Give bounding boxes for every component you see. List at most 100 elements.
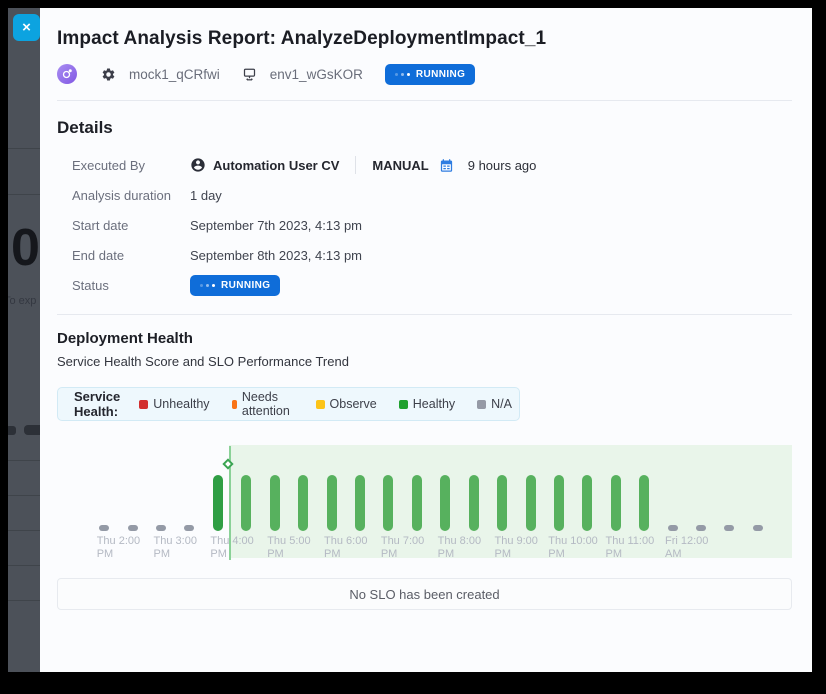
health-bar-healthy[interactable] [270, 475, 280, 531]
status-badge-label: RUNNING [416, 69, 465, 80]
underlay-row-divider [8, 530, 40, 531]
bar-slot [317, 475, 345, 531]
bar-slot [516, 475, 544, 531]
x-tick-label: Fri 12:00AM [665, 535, 708, 561]
gear-icon [101, 67, 116, 82]
health-bar-healthy[interactable] [440, 475, 450, 531]
bar-slot [118, 475, 146, 531]
service-health-legend: Service Health: UnhealthyNeeds attention… [57, 387, 520, 421]
health-bar-healthy[interactable] [241, 475, 251, 531]
bar-slot [573, 475, 601, 531]
health-bar-healthy_pre[interactable] [213, 475, 223, 531]
legend-swatch-icon [139, 400, 148, 409]
status-badge: RUNNING [385, 64, 475, 85]
x-tick-slot: Thu 4:00PM [204, 535, 261, 561]
legend-swatch-icon [316, 400, 325, 409]
legend-item: N/A [477, 390, 512, 418]
underlay-widget [24, 425, 40, 435]
status-badge-label: RUNNING [221, 280, 270, 291]
bar-slot [147, 475, 175, 531]
health-bar-healthy[interactable] [298, 475, 308, 531]
impact-analysis-app-icon [57, 64, 77, 84]
impact-analysis-report-modal: Impact Analysis Report: AnalyzeDeploymen… [40, 8, 812, 672]
health-bar-healthy[interactable] [526, 475, 536, 531]
legend-item: Unhealthy [139, 390, 209, 418]
bar-slot [459, 475, 487, 531]
health-bar-healthy[interactable] [412, 475, 422, 531]
details-heading: Details [57, 118, 792, 138]
legend-item: Observe [316, 390, 377, 418]
row-label: Status [57, 278, 190, 293]
health-bar-healthy[interactable] [327, 475, 337, 531]
bar-slot [90, 475, 118, 531]
bar-slot [232, 475, 260, 531]
health-bar-healthy[interactable] [355, 475, 365, 531]
row-label: Start date [57, 218, 190, 233]
health-bar-healthy[interactable] [383, 475, 393, 531]
bar-slot [261, 475, 289, 531]
health-bar-na[interactable] [724, 525, 734, 531]
health-bar-healthy[interactable] [469, 475, 479, 531]
legend-label: Unhealthy [153, 397, 209, 411]
x-tick-slot: Thu 3:00PM [147, 535, 204, 561]
x-tick-label: Thu 4:00PM [210, 535, 253, 561]
x-tick-label: Thu 3:00PM [154, 535, 197, 561]
underlay-row-divider [8, 148, 40, 149]
underlay-row-divider [8, 460, 40, 461]
x-tick-label: Thu 2:00PM [97, 535, 140, 561]
bar-slot [687, 475, 715, 531]
calendar-icon [439, 158, 454, 173]
health-bar-na[interactable] [184, 525, 194, 531]
health-bar-na[interactable] [696, 525, 706, 531]
bar-slot [715, 475, 743, 531]
health-bar-na[interactable] [156, 525, 166, 531]
x-tick-label: Thu 5:00PM [267, 535, 310, 561]
bar-slot [403, 475, 431, 531]
health-bar-na[interactable] [668, 525, 678, 531]
row-label: Executed By [57, 158, 190, 173]
end-date-value: September 8th 2023, 4:13 pm [190, 248, 362, 263]
bar-slot [289, 475, 317, 531]
x-tick-label: Thu 10:00PM [548, 535, 598, 561]
executed-by-row: Executed By Automation User CV MANUAL 9 … [57, 150, 792, 180]
details-rows: Executed By Automation User CV MANUAL 9 … [57, 150, 792, 300]
legend-items: Unhealthy Needs attention Observe Healthy N/… [139, 390, 512, 418]
environment-icon [242, 67, 257, 82]
bar-slot [488, 475, 516, 531]
x-tick-slot: Thu 7:00PM [374, 535, 431, 561]
health-bar-na[interactable] [99, 525, 109, 531]
x-tick-slot: Thu 6:00PM [317, 535, 374, 561]
health-bar-na[interactable] [753, 525, 763, 531]
legend-label: Observe [330, 397, 377, 411]
user-icon [190, 157, 206, 173]
deployment-health-heading: Deployment Health [57, 330, 792, 347]
x-tick-label: Thu 11:00PM [606, 535, 655, 561]
x-tick-slot [715, 535, 772, 561]
bar-slot [658, 475, 686, 531]
analysis-duration-row: Analysis duration 1 day [57, 180, 792, 210]
start-date-value: September 7th 2023, 4:13 pm [190, 218, 362, 233]
bar-slot [175, 475, 203, 531]
health-bar-healthy[interactable] [497, 475, 507, 531]
health-bar-na[interactable] [128, 525, 138, 531]
underlay-row-divider [8, 565, 40, 566]
legend-item: Healthy [399, 390, 455, 418]
monitored-service-name: mock1_qCRfwi [129, 67, 220, 82]
environment-chip[interactable]: env1_wGsKOR [242, 67, 363, 82]
x-tick-slot: Thu 9:00PM [488, 535, 545, 561]
close-icon[interactable]: × [13, 14, 40, 41]
health-bar-healthy[interactable] [639, 475, 649, 531]
x-tick-label: Thu 8:00PM [438, 535, 481, 561]
dimmed-background-page: 0 To exp [8, 8, 40, 672]
legend-label: Needs attention [242, 390, 294, 418]
health-bar-healthy[interactable] [554, 475, 564, 531]
legend-swatch-icon [232, 400, 237, 409]
x-tick-label: Thu 6:00PM [324, 535, 367, 561]
health-bar-healthy[interactable] [611, 475, 621, 531]
executed-by-user: Automation User CV [213, 158, 339, 173]
monitored-service-chip[interactable]: mock1_qCRfwi [101, 67, 220, 82]
health-bar-healthy[interactable] [582, 475, 592, 531]
value-divider [355, 156, 356, 174]
x-tick-slot: Thu 2:00PM [90, 535, 147, 561]
legend-swatch-icon [477, 400, 486, 409]
